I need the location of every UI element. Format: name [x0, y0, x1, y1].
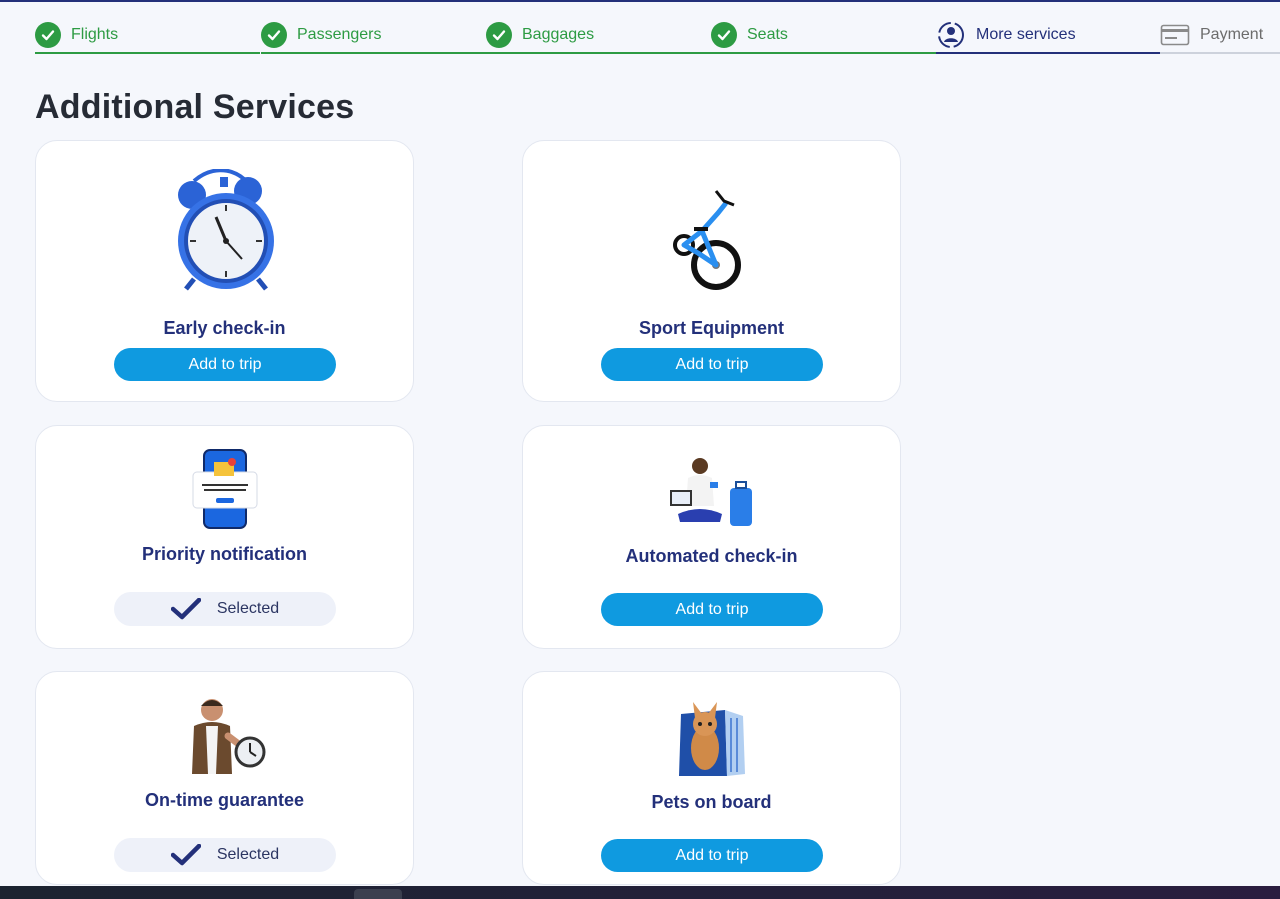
- taskbar-app-icon[interactable]: [354, 889, 402, 899]
- check-circle-icon: [261, 22, 287, 48]
- selected-label: Selected: [216, 600, 280, 617]
- service-title: Priority notification: [141, 544, 307, 564]
- step-seats[interactable]: Seats: [711, 14, 936, 56]
- step-progress-bar: [261, 52, 486, 54]
- service-card-sport-equipment: Sport Equipment Add to trip: [522, 140, 901, 402]
- check-circle-icon: [711, 22, 737, 48]
- service-card-early-check-in: Early check-in Add to trip: [35, 140, 414, 402]
- alarm-clock-icon: [170, 168, 280, 299]
- top-border: [0, 0, 1280, 2]
- check-circle-icon: [35, 22, 61, 48]
- bicycle-icon: [672, 183, 752, 300]
- add-to-trip-button[interactable]: Add to trip: [601, 348, 823, 381]
- checkmark-icon: [170, 598, 201, 620]
- add-to-trip-button[interactable]: Add to trip: [601, 593, 823, 626]
- service-card-pets-on-board: Pets on board Add to trip: [522, 671, 901, 885]
- cat-carrier-icon: [675, 696, 749, 781]
- service-title: Pets on board: [651, 792, 772, 812]
- step-label: More services: [976, 26, 1076, 43]
- page-title: Additional Services: [35, 88, 355, 126]
- user-services-icon: [936, 20, 966, 50]
- step-progress-bar: [711, 52, 936, 54]
- man-with-clock-icon: [184, 696, 266, 781]
- step-label: Seats: [747, 26, 788, 43]
- service-card-priority-notification: Priority notification Selected: [35, 425, 414, 649]
- step-label: Flights: [71, 26, 119, 43]
- step-payment[interactable]: Payment: [1160, 14, 1280, 56]
- step-progress-bar: [486, 52, 711, 54]
- selected-status[interactable]: Selected: [114, 592, 336, 626]
- booking-stepper: Flights Passengers Baggages Seats More s…: [35, 14, 1280, 56]
- checkmark-icon: [170, 844, 201, 866]
- os-taskbar: [0, 886, 1280, 899]
- add-to-trip-button[interactable]: Add to trip: [114, 348, 336, 381]
- step-label: Passengers: [297, 26, 382, 43]
- phone-notification-icon: [192, 448, 258, 535]
- check-circle-icon: [486, 22, 512, 48]
- credit-card-icon: [1160, 24, 1190, 46]
- step-passengers[interactable]: Passengers: [261, 14, 486, 56]
- step-label: Baggages: [522, 26, 595, 43]
- step-label: Payment: [1200, 26, 1264, 43]
- step-progress-bar: [936, 52, 1160, 54]
- step-baggages[interactable]: Baggages: [486, 14, 711, 56]
- step-more-services[interactable]: More services: [936, 14, 1160, 56]
- service-title: On-time guarantee: [144, 790, 305, 810]
- service-title: Sport Equipment: [639, 318, 784, 338]
- step-flights[interactable]: Flights: [35, 14, 260, 56]
- service-title: Automated check-in: [625, 546, 798, 566]
- selected-status[interactable]: Selected: [114, 838, 336, 872]
- service-card-on-time-guarantee: On-time guarantee Selected: [35, 671, 414, 885]
- step-progress-bar: [1160, 52, 1280, 54]
- service-card-automated-check-in: Automated check-in Add to trip: [522, 425, 901, 649]
- traveler-laptop-icon: [669, 456, 754, 535]
- step-progress-bar: [35, 52, 260, 54]
- service-title: Early check-in: [163, 318, 286, 338]
- add-to-trip-button[interactable]: Add to trip: [601, 839, 823, 872]
- selected-label: Selected: [216, 846, 280, 863]
